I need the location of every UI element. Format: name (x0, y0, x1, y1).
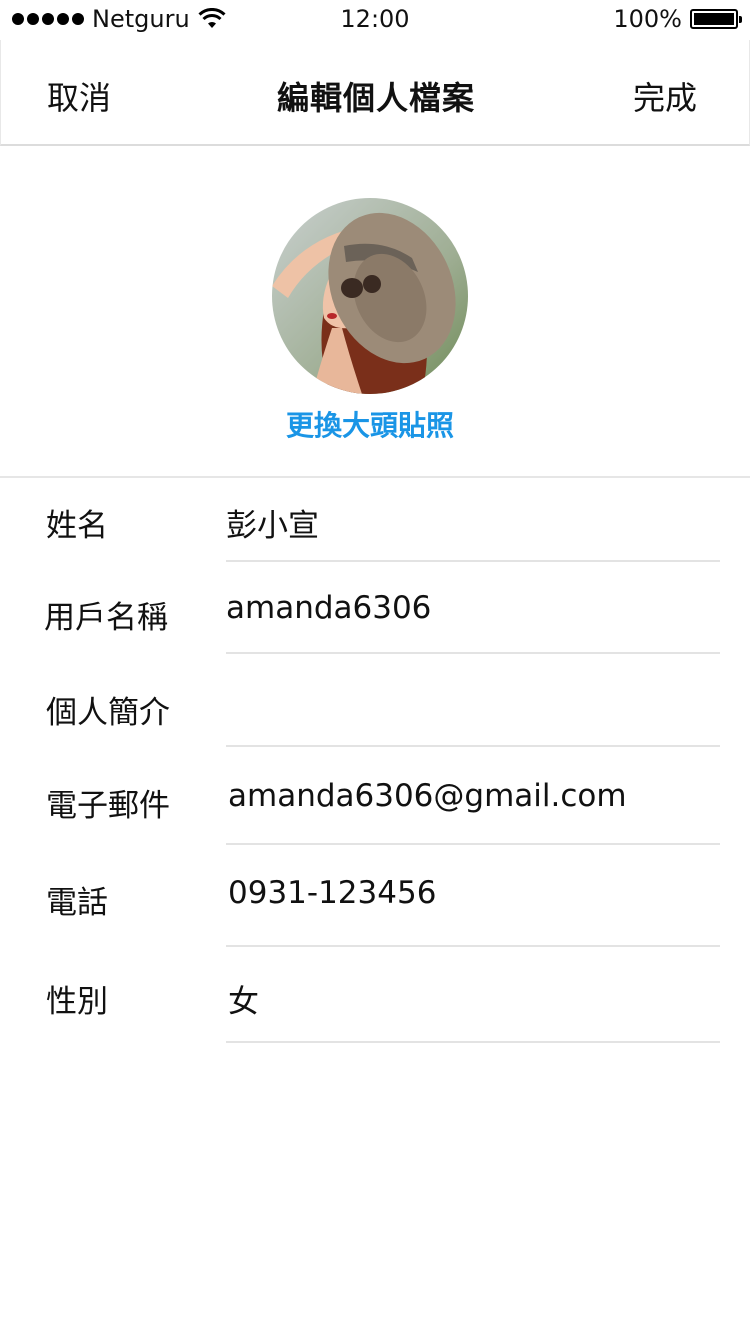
avatar[interactable] (272, 198, 468, 394)
gender-select[interactable]: 女 (228, 976, 259, 1021)
field-label: 用戶名稱 (44, 600, 168, 636)
section-divider (0, 476, 750, 478)
field-label: 姓名 (46, 508, 108, 544)
field-label: 電子郵件 (46, 788, 170, 824)
field-underline (226, 745, 720, 747)
field-label: 電話 (46, 885, 108, 921)
status-right: 100% (613, 5, 742, 33)
field-underline (226, 652, 720, 654)
email-input[interactable]: amanda6306@gmail.com (228, 778, 627, 814)
battery-icon (690, 9, 742, 29)
field-label: 個人簡介 (46, 695, 170, 731)
field-underline (226, 843, 720, 845)
name-input[interactable]: 彭小宣 (226, 500, 319, 545)
status-bar: Netguru 12:00 100% (0, 0, 750, 40)
avatar-photo (272, 198, 468, 394)
phone-input[interactable]: 0931-123456 (228, 875, 436, 911)
field-underline (226, 1041, 720, 1043)
navigation-bar: 取消 編輯個人檔案 完成 (0, 40, 750, 146)
username-input[interactable]: amanda6306 (226, 590, 431, 626)
field-underline (226, 945, 720, 947)
change-profile-photo-link[interactable]: 更換大頭貼照 (0, 404, 740, 444)
field-label: 性別 (46, 984, 108, 1020)
battery-percent: 100% (613, 5, 682, 33)
done-button[interactable]: 完成 (633, 73, 697, 119)
field-underline (226, 560, 720, 562)
